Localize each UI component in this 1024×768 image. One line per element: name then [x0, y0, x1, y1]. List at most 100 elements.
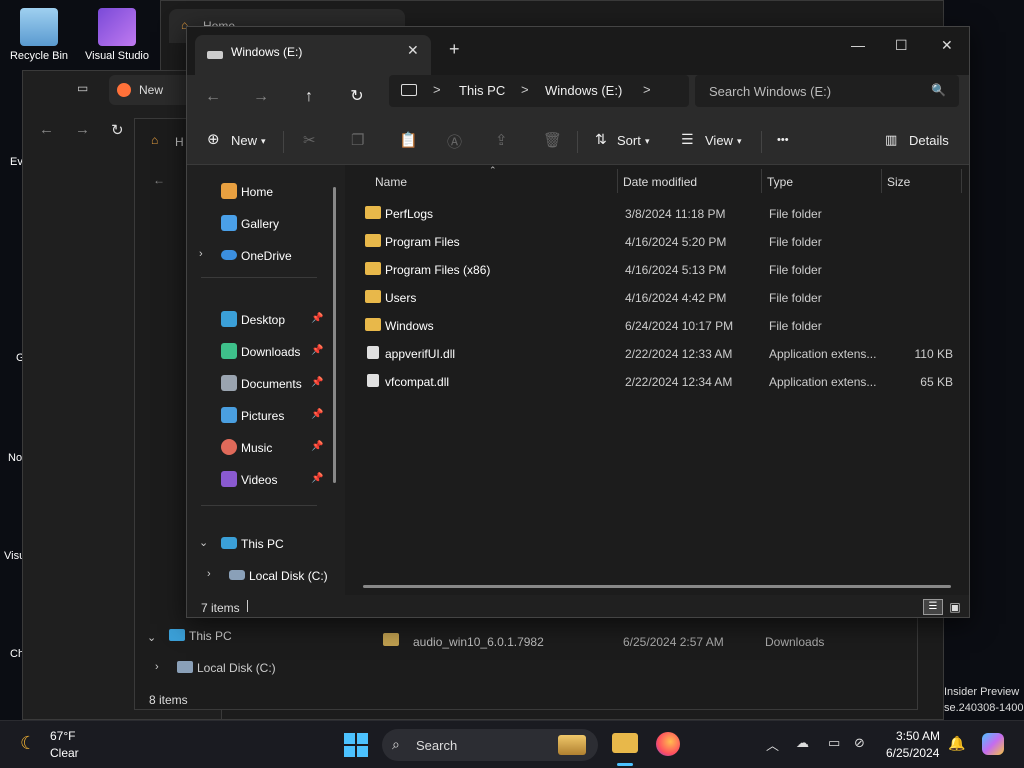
column-divider[interactable]	[881, 169, 882, 193]
browser-back-icon[interactable]: ←	[39, 121, 54, 138]
table-row[interactable]: PerfLogs 3/8/2024 11:18 PM File folder	[361, 199, 961, 227]
chevron-up-icon[interactable]: ︿	[766, 735, 779, 754]
tab-groups-icon[interactable]: ▭	[77, 81, 88, 95]
table-row[interactable]: Program Files (x86) 4/16/2024 5:13 PM Fi…	[361, 255, 961, 283]
new-button[interactable]: New	[231, 133, 257, 148]
notification-bell-icon[interactable]: 🔔	[948, 735, 965, 752]
column-header-date[interactable]: Date modified	[623, 175, 697, 189]
pin-icon[interactable]: 📌	[311, 313, 323, 324]
pin-icon[interactable]: 📌	[311, 473, 323, 484]
share-icon[interactable]: ⇪	[495, 131, 508, 149]
sidebar-item-documents[interactable]: Documents 📌	[187, 369, 337, 397]
pin-icon[interactable]: 📌	[311, 377, 323, 388]
sidebar-item-local-disk[interactable]: › Local Disk (C:)	[187, 561, 337, 589]
tab-windows-e[interactable]: Windows (E:) ✕	[195, 35, 431, 75]
chevron-right-icon[interactable]: ›	[207, 568, 211, 580]
chevron-right-icon[interactable]: ›	[155, 661, 159, 673]
column-divider[interactable]	[617, 169, 618, 193]
background-row-name[interactable]: audio_win10_6.0.1.7982	[413, 635, 544, 649]
new-tab-button[interactable]: +	[449, 39, 460, 60]
cut-icon[interactable]: ✂	[303, 131, 316, 149]
details-button[interactable]: Details	[909, 133, 949, 148]
maximize-button[interactable]: ☐	[895, 37, 908, 54]
sidebar-scrollbar[interactable]	[333, 187, 336, 483]
active-app-indicator	[617, 763, 633, 766]
clock-time[interactable]: 3:50 AM	[896, 729, 940, 743]
column-header-type[interactable]: Type	[767, 175, 793, 189]
background-localdisk-label[interactable]: Local Disk (C:)	[197, 661, 276, 675]
chevron-down-icon[interactable]: ⌄	[147, 631, 156, 644]
chevron-down-icon[interactable]: ▾	[737, 136, 742, 147]
chevron-right-icon[interactable]: ›	[199, 248, 203, 260]
recycle-bin-shortcut[interactable]: Recycle Bin	[4, 8, 74, 62]
breadcrumb-this-pc[interactable]: This PC	[459, 83, 505, 98]
file-explorer-window[interactable]: Windows (E:) ✕ + — ☐ ✕ ← → ↑ ↻ > This PC…	[186, 26, 970, 618]
sidebar-item-videos[interactable]: Videos 📌	[187, 465, 337, 493]
start-icon[interactable]	[344, 733, 368, 757]
details-view-icon[interactable]: ☰	[923, 599, 943, 615]
breadcrumb-separator[interactable]: >	[433, 82, 441, 97]
column-divider[interactable]	[961, 169, 962, 193]
taskbar-search-box[interactable]: ⌕ Search	[382, 729, 598, 761]
weather-temperature[interactable]: 67°F	[50, 729, 75, 743]
search-input[interactable]: Search Windows (E:)	[709, 84, 831, 99]
clock-date[interactable]: 6/25/2024	[886, 746, 939, 760]
pin-icon[interactable]: 📌	[311, 409, 323, 420]
visual-studio-shortcut[interactable]: Visual Studio	[82, 8, 152, 62]
search-box[interactable]: Search Windows (E:) 🔍	[695, 75, 959, 107]
weather-description[interactable]: Clear	[50, 746, 79, 760]
refresh-button[interactable]: ↻	[345, 85, 369, 109]
recycle-bin-icon	[20, 8, 58, 46]
breadcrumb-separator[interactable]: >	[643, 82, 651, 97]
close-button[interactable]: ✕	[941, 37, 953, 54]
forward-button[interactable]: →	[249, 85, 273, 109]
paste-icon[interactable]: 📋	[399, 131, 418, 149]
file-explorer-taskbar-icon[interactable]	[612, 733, 638, 753]
breadcrumb-separator[interactable]: >	[521, 82, 529, 97]
copy-icon[interactable]: ❐	[351, 131, 364, 149]
close-tab-icon[interactable]: ✕	[407, 42, 419, 59]
chevron-down-icon[interactable]: ⌄	[199, 536, 208, 549]
sidebar-item-onedrive[interactable]: › OneDrive	[187, 241, 337, 269]
column-header-size[interactable]: Size	[887, 175, 910, 189]
network-icon[interactable]: ⊘	[854, 735, 865, 751]
browser-refresh-icon[interactable]: ↻	[111, 121, 124, 139]
pin-icon[interactable]: 📌	[311, 345, 323, 356]
display-icon[interactable]: ▭	[828, 735, 840, 751]
table-row[interactable]: Users 4/16/2024 4:42 PM File folder	[361, 283, 961, 311]
sidebar-item-desktop[interactable]: Desktop 📌	[187, 305, 337, 333]
sidebar-item-gallery[interactable]: Gallery	[187, 209, 337, 237]
sidebar-item-music[interactable]: Music 📌	[187, 433, 337, 461]
sidebar-item-pictures[interactable]: Pictures 📌	[187, 401, 337, 429]
sort-button[interactable]: Sort	[617, 133, 641, 148]
copilot-icon[interactable]	[982, 733, 1004, 755]
tiles-view-icon[interactable]: ▣	[947, 599, 963, 615]
onedrive-offline-icon[interactable]: ☁	[796, 735, 809, 751]
background-back-icon[interactable]: ←	[153, 173, 165, 187]
column-divider[interactable]	[761, 169, 762, 193]
delete-icon[interactable]: 🗑	[543, 131, 562, 149]
table-row[interactable]: appverifUI.dll 2/22/2024 12:33 AM Applic…	[361, 339, 961, 367]
up-button[interactable]: ↑	[297, 85, 321, 109]
column-header-name[interactable]: Name	[375, 175, 407, 189]
sidebar-item-home[interactable]: Home	[187, 177, 337, 205]
more-options-button[interactable]: •••	[777, 134, 789, 146]
browser-forward-icon[interactable]: →	[75, 121, 90, 138]
address-bar[interactable]: > This PC > Windows (E:) >	[389, 75, 689, 107]
breadcrumb-windows-e[interactable]: Windows (E:)	[545, 83, 622, 98]
minimize-button[interactable]: —	[851, 37, 865, 53]
horizontal-scrollbar[interactable]	[363, 585, 951, 588]
rename-icon[interactable]: Ⓐ	[447, 131, 462, 152]
chevron-down-icon[interactable]: ▾	[261, 136, 266, 147]
table-row[interactable]: Windows 6/24/2024 10:17 PM File folder	[361, 311, 961, 339]
firefox-taskbar-icon[interactable]	[656, 732, 680, 756]
table-row[interactable]: vfcompat.dll 2/22/2024 12:34 AM Applicat…	[361, 367, 961, 395]
table-row[interactable]: Program Files 4/16/2024 5:20 PM File fol…	[361, 227, 961, 255]
pin-icon[interactable]: 📌	[311, 441, 323, 452]
back-button[interactable]: ←	[201, 85, 225, 109]
view-button[interactable]: View	[705, 133, 733, 148]
sidebar-item-this-pc[interactable]: ⌄ This PC	[187, 529, 337, 557]
chevron-down-icon[interactable]: ▾	[645, 136, 650, 147]
background-thispc-label[interactable]: This PC	[189, 629, 232, 643]
sidebar-item-downloads[interactable]: Downloads 📌	[187, 337, 337, 365]
